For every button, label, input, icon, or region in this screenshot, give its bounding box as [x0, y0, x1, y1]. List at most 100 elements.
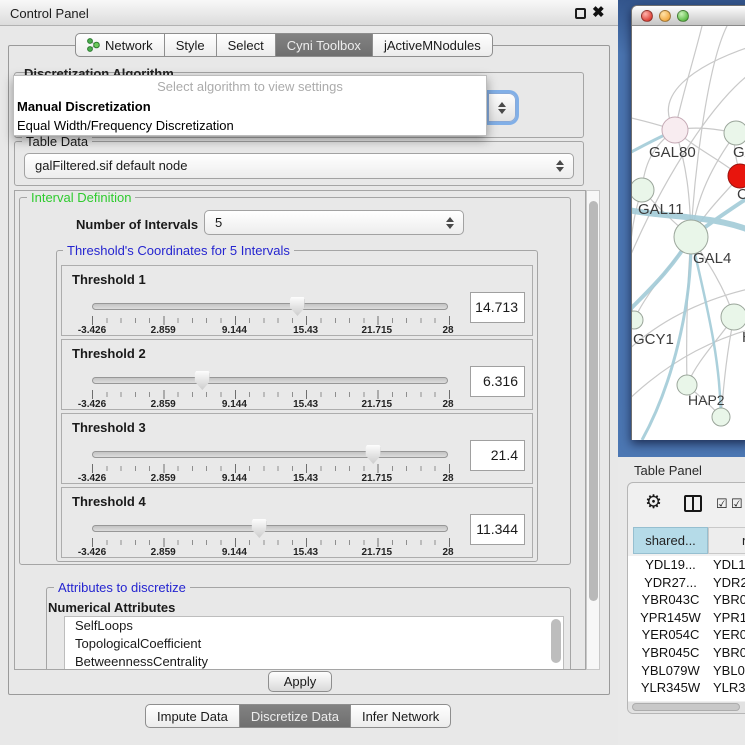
number-of-intervals-combobox[interactable]: 5 — [204, 210, 464, 235]
number-of-intervals-value: 5 — [215, 215, 222, 230]
table-panel-inset: ⚙ ☑ ☑ shared... n YDL19...YDL1 YDR27...Y… — [627, 482, 745, 714]
node-ga[interactable] — [724, 121, 745, 145]
network-canvas[interactable]: GAL80 GA GAL11 C GAL4 GCY1 H HAP2 — [632, 26, 745, 440]
table-rows: YDL19...YDL1 YDR27...YDR2 YBR043CYBR0 YP… — [628, 556, 745, 701]
slider-tick-labels: -3.426 2.859 9.144 15.43 21.715 28 — [92, 325, 448, 336]
slider-thumb[interactable] — [195, 371, 210, 390]
table-row[interactable]: YBL079WYBL0 — [628, 662, 745, 680]
checkbox-select-icon[interactable]: ☑ — [731, 496, 743, 512]
network-window-titlebar — [632, 6, 745, 26]
node-gal11[interactable] — [632, 178, 654, 202]
table-row[interactable]: YLR345WYLR3 — [628, 679, 745, 697]
threshold-4-slider[interactable] — [92, 518, 448, 538]
attributes-group-label: Attributes to discretize — [54, 581, 190, 594]
threshold-3-slider[interactable] — [92, 444, 448, 464]
control-panel-titlebar: Control Panel ✖ — [0, 0, 618, 26]
dropdown-option-equal-width[interactable]: Equal Width/Frequency Discretization — [14, 116, 486, 135]
table-row[interactable]: YPR145WYPR1 — [628, 609, 745, 627]
threshold-label: Threshold 2 — [72, 346, 146, 361]
minimize-traffic-light-icon[interactable] — [659, 10, 671, 22]
node-selected-red[interactable] — [728, 164, 745, 188]
numerical-attributes-list: SelfLoops TopologicalCoefficient Between… — [64, 616, 564, 670]
table-row[interactable]: YBR043CYBR0 — [628, 591, 745, 609]
table-data-value: galFiltered.sif default node — [35, 158, 187, 173]
tab-cyni-toolbox[interactable]: Cyni Toolbox — [275, 33, 373, 57]
slider-track[interactable] — [92, 451, 448, 458]
threshold-1-value-field[interactable]: 14.713 — [470, 292, 525, 323]
table-horizontal-scrollbar[interactable] — [628, 702, 745, 713]
dropdown-option-manual[interactable]: Manual Discretization — [14, 97, 486, 116]
threshold-1-slider[interactable] — [92, 296, 448, 316]
threshold-2-value-field[interactable]: 6.316 — [470, 366, 525, 397]
tab-select[interactable]: Select — [216, 33, 276, 57]
column-header-name[interactable]: n — [708, 527, 745, 554]
float-window-icon[interactable] — [575, 8, 586, 19]
settings-scrollbar[interactable] — [586, 190, 600, 670]
table-row[interactable]: YBR045CYBR0 — [628, 644, 745, 662]
table-panel: Table Panel ⚙ ☑ ☑ shared... n YDL19...YD… — [618, 457, 745, 745]
threshold-label: Threshold 4 — [72, 494, 146, 509]
slider-thumb[interactable] — [366, 445, 381, 464]
slider-thumb[interactable] — [252, 519, 267, 538]
list-item[interactable]: BetweennessCentrality — [65, 653, 563, 670]
slider-thumb[interactable] — [290, 297, 305, 316]
list-item[interactable]: SelfLoops — [65, 617, 563, 635]
bottom-tabs: Impute Data Discretize Data Infer Networ… — [145, 704, 451, 728]
threshold-1-panel: Threshold 1 -3.426 2.859 9.144 15.43 21.… — [61, 265, 533, 336]
table-data-combobox[interactable]: galFiltered.sif default node — [24, 153, 574, 179]
zoom-traffic-light-icon[interactable] — [677, 10, 689, 22]
slider-track[interactable] — [92, 525, 448, 532]
slider-tick-labels: -3.426 2.859 9.144 15.43 21.715 28 — [92, 473, 448, 484]
table-row[interactable]: YDL19...YDL1 — [628, 556, 745, 574]
combo-arrows-icon — [498, 101, 506, 115]
threshold-2-slider[interactable] — [92, 370, 448, 390]
tab-discretize-data[interactable]: Discretize Data — [239, 704, 351, 728]
node-label: HAP2 — [688, 392, 725, 408]
tab-label: Network — [105, 38, 153, 53]
threshold-2-panel: Threshold 2 -3.426 2.859 9.144 15.43 21.… — [61, 339, 533, 410]
scrollbar-thumb[interactable] — [589, 201, 598, 601]
close-icon[interactable]: ✖ — [592, 3, 605, 21]
table-toolbar: ⚙ ☑ ☑ — [628, 483, 745, 525]
scrollbar-thumb[interactable] — [632, 703, 740, 711]
number-of-intervals-label: Number of Intervals — [76, 217, 198, 232]
threshold-4-value-field[interactable]: 11.344 — [470, 514, 525, 545]
threshold-label: Threshold 1 — [72, 272, 146, 287]
split-view-icon[interactable] — [684, 495, 702, 512]
network-tab-icon — [87, 38, 100, 52]
control-panel: Control Panel ✖ Network Style Select Cyn… — [0, 0, 618, 745]
close-traffic-light-icon[interactable] — [641, 10, 653, 22]
node-label: GAL4 — [693, 250, 731, 267]
slider-tick-labels: -3.426 2.859 9.144 15.43 21.715 28 — [92, 547, 448, 558]
slider-track[interactable] — [92, 303, 448, 310]
threshold-3-value-field[interactable]: 21.4 — [470, 440, 525, 471]
slider-track[interactable] — [92, 377, 448, 384]
table-row[interactable]: YDR27...YDR2 — [628, 574, 745, 592]
node-label: C — [737, 186, 745, 203]
algorithm-dropdown-popup: Select algorithm to view settings Manual… — [13, 75, 487, 136]
table-data-label: Table Data — [22, 135, 92, 148]
slider-major-ticks — [92, 316, 450, 325]
node-gal4[interactable] — [674, 220, 708, 254]
control-panel-tabs: Network Style Select Cyni Toolbox jActiv… — [75, 33, 493, 57]
tab-style[interactable]: Style — [164, 33, 217, 57]
gear-icon[interactable]: ⚙ — [645, 491, 662, 514]
list-scrollbar[interactable] — [551, 619, 561, 663]
node-partial[interactable] — [712, 408, 730, 426]
node-gcy1[interactable] — [632, 311, 643, 329]
algorithm-combobox[interactable] — [488, 93, 516, 122]
apply-button[interactable]: Apply — [268, 671, 332, 692]
checkbox-select-icon[interactable]: ☑ — [716, 496, 728, 512]
tab-impute-data[interactable]: Impute Data — [145, 704, 240, 728]
network-window: GAL80 GA GAL11 C GAL4 GCY1 H HAP2 — [631, 5, 745, 440]
tab-jactivemnodules[interactable]: jActiveMNodules — [372, 33, 493, 57]
node-gal80[interactable] — [662, 117, 688, 143]
tab-infer-network[interactable]: Infer Network — [350, 704, 451, 728]
table-row[interactable]: YER054CYER0 — [628, 626, 745, 644]
node-h[interactable] — [721, 304, 745, 330]
threshold-4-panel: Threshold 4 -3.426 2.859 9.144 15.43 21.… — [61, 487, 533, 558]
table-row[interactable]: YIL052CYIL0 — [628, 697, 745, 701]
column-header-shared-name[interactable]: shared... — [633, 527, 708, 554]
list-item[interactable]: TopologicalCoefficient — [65, 635, 563, 653]
tab-network[interactable]: Network — [75, 33, 165, 57]
